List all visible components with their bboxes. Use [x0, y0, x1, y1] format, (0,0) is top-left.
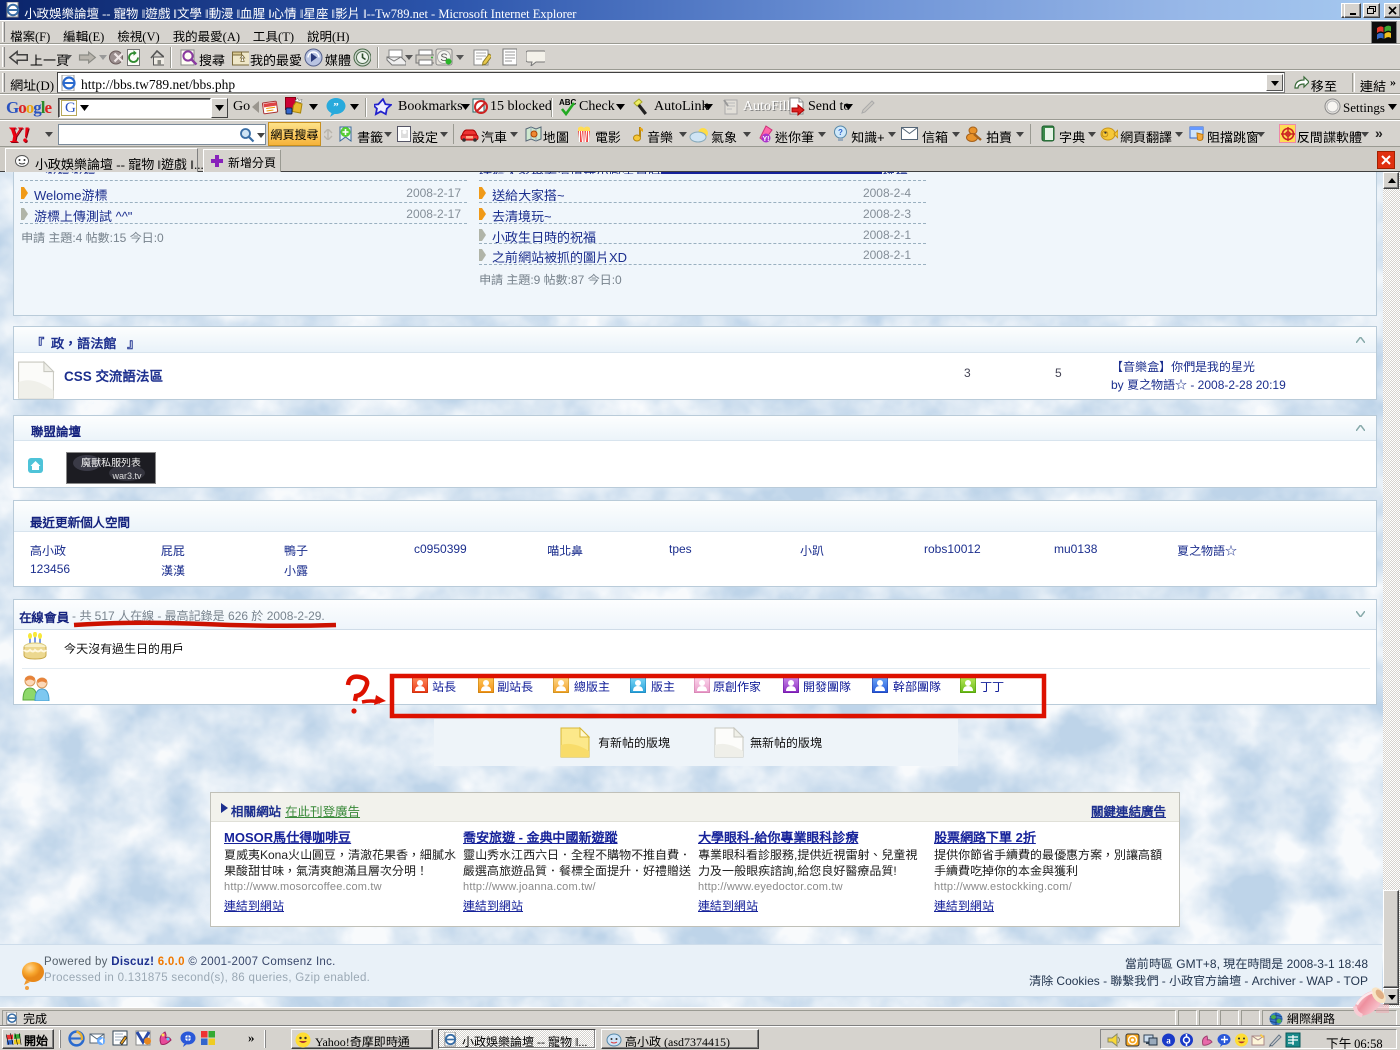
- svg-text:war3.tv: war3.tv: [111, 471, 142, 481]
- svg-text:魔獸私服列表: 魔獸私服列表: [81, 454, 141, 469]
- svg-text:?: ?: [838, 128, 843, 137]
- svg-text:Y!: Y!: [763, 136, 770, 143]
- svg-text:a: a: [1166, 1036, 1171, 1046]
- svg-text:”: ”: [333, 101, 339, 113]
